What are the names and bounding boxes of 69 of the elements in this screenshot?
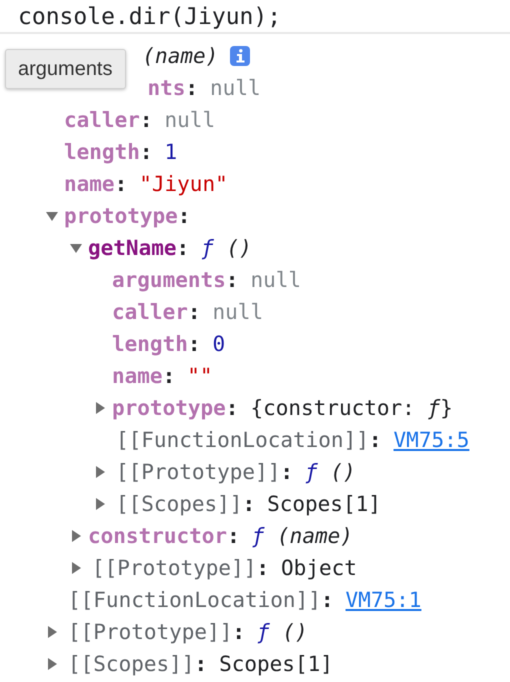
colon-separator: : — [114, 172, 128, 196]
property-value: Object — [281, 556, 357, 580]
property-key: [[Scopes]] — [68, 652, 194, 676]
colon-separator: : — [162, 364, 176, 388]
property-key: caller — [112, 300, 188, 324]
expand-arrow-icon[interactable] — [94, 498, 106, 510]
colon-separator: : — [368, 428, 382, 452]
function-value: ƒ () — [257, 620, 308, 644]
property-value: null — [212, 300, 264, 324]
colon-separator: : — [188, 300, 201, 324]
property-key: prototype — [64, 204, 178, 228]
property-value: 1 — [164, 140, 178, 164]
property-key: [[Scopes]] — [116, 492, 242, 516]
function-value: ƒ (name) — [252, 524, 353, 548]
collapse-arrow-icon[interactable] — [46, 210, 58, 222]
property-key: caller — [64, 108, 140, 132]
expand-arrow-icon[interactable] — [94, 466, 106, 478]
colon-separator: : — [140, 140, 153, 164]
property-key: name — [64, 172, 115, 196]
property-value: 0 — [212, 332, 226, 356]
property-key: constructor — [88, 524, 228, 548]
tooltip: arguments — [5, 49, 126, 89]
info-icon[interactable] — [230, 46, 250, 66]
console-input-text: console.dir(Jiyun); — [0, 0, 510, 34]
property-key: prototype — [112, 396, 226, 420]
colon-separator: : — [226, 396, 238, 420]
function-signature: (name) — [142, 44, 218, 68]
colon-separator: : — [176, 236, 190, 260]
property-key: [[FunctionLocation]] — [116, 428, 369, 452]
function-value: ƒ () — [201, 236, 252, 260]
property-value: Scopes[1] — [267, 492, 381, 516]
property-value: Scopes[1] — [219, 652, 333, 676]
colon-separator: : — [256, 556, 270, 580]
expand-arrow-icon[interactable] — [70, 530, 82, 542]
property-key: [[Prototype]] — [68, 620, 232, 644]
colon-separator: : — [280, 460, 294, 484]
colon-separator: : — [226, 268, 238, 292]
colon-separator: : — [140, 108, 153, 132]
source-link[interactable]: VM75:1 — [346, 588, 422, 612]
colon-separator: : — [232, 620, 246, 644]
property-value: null — [250, 268, 302, 292]
property-value: "Jiyun" — [139, 172, 228, 196]
colon-separator: : — [320, 588, 334, 612]
function-value: ƒ () — [305, 460, 356, 484]
expand-arrow-icon[interactable] — [46, 626, 58, 638]
property-key: getName — [88, 236, 177, 260]
colon-separator: : — [178, 204, 190, 228]
property-key: arguments — [112, 268, 226, 292]
property-key: [[Prototype]] — [116, 460, 280, 484]
colon-separator: : — [185, 76, 198, 100]
expand-arrow-icon[interactable] — [46, 658, 58, 670]
property-key: length — [112, 332, 188, 356]
property-key: length — [64, 140, 140, 164]
colon-separator: : — [242, 492, 256, 516]
property-value: null — [164, 108, 216, 132]
property-key: [[FunctionLocation]] — [68, 588, 321, 612]
colon-separator: : — [227, 524, 240, 548]
source-link[interactable]: VM75:5 — [394, 428, 470, 452]
colon-separator: : — [194, 652, 208, 676]
property-key: name — [112, 364, 163, 388]
property-value: {constructor: ƒ} — [250, 396, 453, 420]
property-value: "" — [187, 364, 213, 388]
property-key: nts — [147, 76, 186, 100]
colon-separator: : — [188, 332, 201, 356]
collapse-arrow-icon[interactable] — [70, 242, 82, 254]
property-key: [[Prototype]] — [92, 556, 256, 580]
expand-arrow-icon[interactable] — [70, 562, 82, 574]
expand-arrow-icon[interactable] — [94, 402, 106, 414]
property-value: null — [210, 76, 261, 100]
